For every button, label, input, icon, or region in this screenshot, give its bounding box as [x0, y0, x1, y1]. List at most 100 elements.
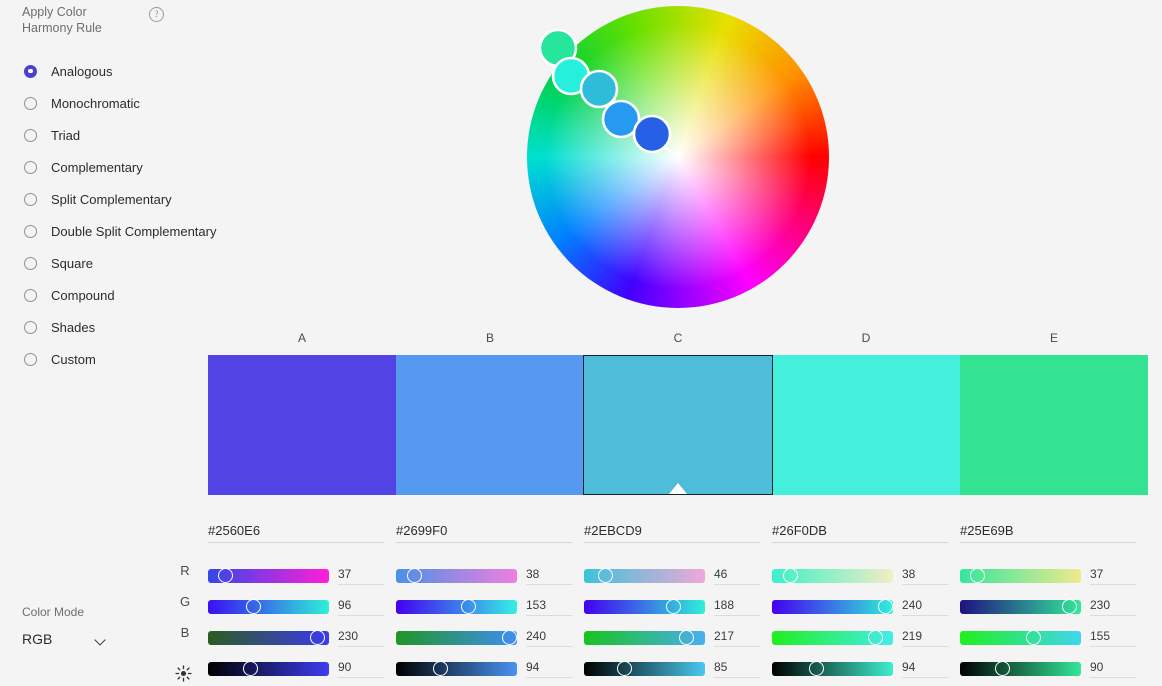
harmony-rule-shades[interactable]: Shades: [0, 311, 200, 343]
slider-value-c-b[interactable]: 217: [714, 629, 760, 647]
slider-track-c-g[interactable]: [584, 599, 705, 614]
slider-track-b-r[interactable]: [396, 568, 517, 583]
radio-button-icon[interactable]: [24, 352, 37, 366]
slider-knob-a-g[interactable]: [246, 599, 262, 614]
radio-button-icon[interactable]: [24, 288, 37, 302]
radio-button-icon[interactable]: [24, 192, 37, 206]
slider-value-b-b[interactable]: 240: [526, 629, 572, 647]
slider-knob-c-r[interactable]: [598, 568, 614, 583]
slider-value-e-l[interactable]: 90: [1090, 660, 1136, 678]
slider-track-c-l[interactable]: [584, 661, 705, 676]
color-swatch-e[interactable]: [960, 355, 1148, 495]
slider-knob-b-g[interactable]: [461, 599, 477, 614]
slider-value-d-b[interactable]: 219: [902, 629, 948, 647]
slider-knob-c-b[interactable]: [679, 630, 695, 645]
hex-cell-d: #26F0DB: [772, 523, 960, 545]
slider-knob-b-b[interactable]: [502, 630, 518, 645]
slider-track-a-l[interactable]: [208, 661, 329, 676]
wheel-marker-c[interactable]: [579, 69, 619, 109]
slider-track-a-r[interactable]: [208, 568, 329, 583]
harmony-rule-label: Square: [51, 255, 93, 271]
slider-track-a-b[interactable]: [208, 630, 329, 645]
slider-value-e-g[interactable]: 230: [1090, 598, 1136, 616]
color-mode-dropdown[interactable]: RGB: [22, 631, 112, 647]
hex-input-e[interactable]: #25E69B: [960, 523, 1136, 543]
slider-value-a-l[interactable]: 90: [338, 660, 384, 678]
harmony-rule-double-split-complementary[interactable]: Double Split Complementary: [0, 215, 216, 247]
slider-track-e-r[interactable]: [960, 568, 1081, 583]
harmony-rule-square[interactable]: Square: [0, 247, 200, 279]
slider-value-cell: 96: [338, 598, 384, 616]
hex-input-d[interactable]: #26F0DB: [772, 523, 948, 543]
slider-knob-b-r[interactable]: [406, 568, 422, 583]
slider-track-b-g[interactable]: [396, 599, 517, 614]
slider-value-d-r[interactable]: 38: [902, 567, 948, 585]
help-circle-icon[interactable]: ?: [149, 7, 164, 22]
slider-track-b-l[interactable]: [396, 661, 517, 676]
slider-value-a-g[interactable]: 96: [338, 598, 384, 616]
slider-knob-a-l[interactable]: [243, 661, 259, 676]
slider-knob-e-b[interactable]: [1026, 630, 1042, 645]
slider-track-d-g[interactable]: [772, 599, 894, 614]
radio-button-icon[interactable]: [24, 128, 37, 142]
slider-value-b-r[interactable]: 38: [526, 567, 572, 585]
radio-button-icon[interactable]: [24, 320, 37, 334]
slider-track-e-l[interactable]: [960, 661, 1081, 676]
slider-knob-a-b[interactable]: [309, 630, 325, 645]
color-mode-value: RGB: [22, 631, 53, 647]
slider-value-e-b[interactable]: 155: [1090, 629, 1136, 647]
slider-value-b-g[interactable]: 153: [526, 598, 572, 616]
slider-knob-b-l[interactable]: [433, 661, 449, 676]
slider-track-d-r[interactable]: [772, 568, 893, 583]
slider-value-c-g[interactable]: 188: [714, 598, 760, 616]
radio-button-icon[interactable]: [24, 160, 37, 174]
slider-knob-e-g[interactable]: [1061, 599, 1077, 614]
wheel-marker-a[interactable]: [632, 114, 672, 154]
slider-knob-e-l[interactable]: [995, 661, 1011, 676]
slider-track-c-b[interactable]: [584, 630, 705, 645]
harmony-rule-analogous[interactable]: Analogous: [0, 55, 200, 87]
radio-button-icon[interactable]: [24, 224, 37, 238]
radio-button-icon[interactable]: [24, 64, 37, 78]
harmony-rule-monochromatic[interactable]: Monochromatic: [0, 87, 200, 119]
hex-input-c[interactable]: #2EBCD9: [584, 523, 760, 543]
hex-input-b[interactable]: #2699F0: [396, 523, 572, 543]
slider-value-a-b[interactable]: 230: [338, 629, 384, 647]
slider-knob-d-b[interactable]: [868, 630, 884, 645]
harmony-rule-complementary[interactable]: Complementary: [0, 151, 200, 183]
slider-knob-d-g[interactable]: [878, 599, 894, 614]
hex-input-a[interactable]: #2560E6: [208, 523, 384, 543]
slider-value-e-r[interactable]: 37: [1090, 567, 1136, 585]
color-swatch-b[interactable]: [395, 355, 584, 495]
harmony-rule-label: Complementary: [51, 159, 143, 175]
slider-knob-c-l[interactable]: [616, 661, 632, 676]
harmony-rule-triad[interactable]: Triad: [0, 119, 200, 151]
slider-track-a-g[interactable]: [208, 599, 329, 614]
harmony-rule-custom[interactable]: Custom: [0, 343, 200, 375]
slider-knob-d-l[interactable]: [809, 661, 825, 676]
slider-knob-c-g[interactable]: [665, 599, 681, 614]
color-swatch-d[interactable]: [772, 355, 961, 495]
slider-track-e-g[interactable]: [960, 599, 1081, 614]
slider-value-d-l[interactable]: 94: [902, 660, 948, 678]
slider-track-d-l[interactable]: [772, 661, 893, 676]
slider-track-e-b[interactable]: [960, 630, 1081, 645]
harmony-rule-split-complementary[interactable]: Split Complementary: [0, 183, 200, 215]
slider-value-a-r[interactable]: 37: [338, 567, 384, 585]
radio-button-icon[interactable]: [24, 256, 37, 270]
color-swatch-a[interactable]: [208, 355, 396, 495]
color-swatch-c[interactable]: [583, 355, 773, 495]
slider-track-d-b[interactable]: [772, 630, 893, 645]
slider-knob-a-r[interactable]: [218, 568, 234, 583]
slider-value-b-l[interactable]: 94: [526, 660, 572, 678]
slider-track-c-r[interactable]: [584, 568, 705, 583]
slider-knob-e-r[interactable]: [970, 568, 986, 583]
slider-value-d-g[interactable]: 240: [902, 598, 948, 616]
slider-track-b-b[interactable]: [396, 630, 518, 645]
slider-value-c-l[interactable]: 85: [714, 660, 760, 678]
radio-button-icon[interactable]: [24, 96, 37, 110]
slider-knob-d-r[interactable]: [782, 568, 798, 583]
color-wheel-widget[interactable]: [527, 6, 829, 308]
slider-value-c-r[interactable]: 46: [714, 567, 760, 585]
harmony-rule-compound[interactable]: Compound: [0, 279, 200, 311]
